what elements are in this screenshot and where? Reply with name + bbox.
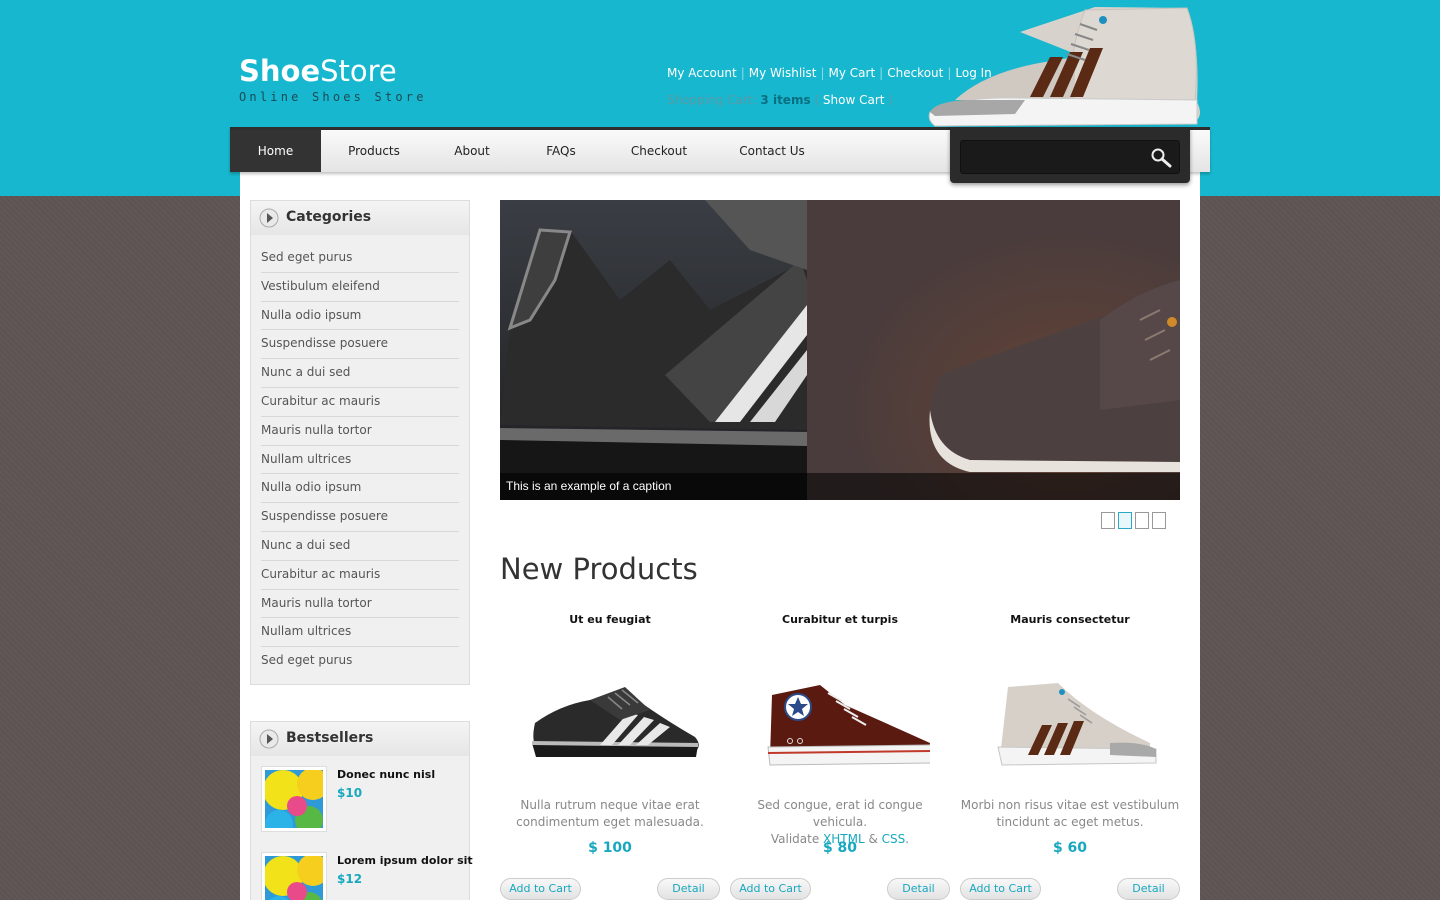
bestsellers-panel: Bestsellers Donec nunc nisl $10 Lorem ip… bbox=[250, 721, 473, 900]
category-item[interactable]: Nullam ultrices bbox=[261, 446, 459, 475]
search-panel bbox=[950, 127, 1190, 183]
black-sneaker-image[interactable] bbox=[520, 665, 700, 775]
slide-2-button[interactable] bbox=[1118, 512, 1132, 529]
bestseller-price: $12 bbox=[337, 872, 363, 886]
product-price: $ 80 bbox=[822, 840, 858, 856]
header-sneaker-image bbox=[928, 7, 1200, 127]
play-arrow-icon bbox=[259, 208, 279, 228]
nav-home[interactable]: Home bbox=[230, 130, 321, 172]
product-name[interactable]: Mauris consectetur bbox=[960, 613, 1180, 626]
product-description: Nulla rutrum neque vitae erat condimentu… bbox=[516, 798, 704, 829]
nav-contact-us[interactable]: Contact Us bbox=[733, 130, 811, 172]
detail-button[interactable]: Detail bbox=[1117, 878, 1180, 900]
my-account-link[interactable]: My Account bbox=[667, 66, 737, 80]
bestsellers-title: Bestsellers bbox=[286, 730, 374, 746]
category-list: Sed eget purus Vestibulum eleifend Nulla… bbox=[251, 235, 469, 686]
beige-hightop-sneaker-image[interactable] bbox=[980, 665, 1160, 775]
category-item[interactable]: Nunc a dui sed bbox=[261, 532, 459, 561]
category-item[interactable]: Nulla odio ipsum bbox=[261, 302, 459, 331]
add-to-cart-button[interactable]: Add to Cart bbox=[960, 878, 1041, 900]
product-name[interactable]: Curabitur et turpis bbox=[730, 613, 950, 626]
categories-panel: Categories Sed eget purus Vestibulum ele… bbox=[250, 200, 470, 685]
shopping-cart-summary: Shopping Cart: 3 items ( Show Cart ) bbox=[667, 93, 893, 107]
nav-products[interactable]: Products bbox=[335, 130, 413, 172]
add-to-cart-button[interactable]: Add to Cart bbox=[500, 878, 581, 900]
bestseller-item[interactable]: Donec nunc nisl $10 bbox=[251, 756, 469, 842]
add-to-cart-button[interactable]: Add to Cart bbox=[730, 878, 811, 900]
show-cart-link[interactable]: Show Cart bbox=[823, 93, 885, 107]
slide-3-button[interactable] bbox=[1135, 512, 1149, 529]
search-input[interactable] bbox=[960, 140, 1180, 174]
detail-button[interactable]: Detail bbox=[657, 878, 720, 900]
search-icon[interactable] bbox=[1150, 147, 1174, 169]
category-item[interactable]: Suspendisse posuere bbox=[261, 503, 459, 532]
play-arrow-icon bbox=[259, 729, 279, 749]
category-item[interactable]: Mauris nulla tortor bbox=[261, 417, 459, 446]
product-name[interactable]: Ut eu feugiat bbox=[500, 613, 720, 626]
slider-caption: This is an example of a caption bbox=[500, 473, 1180, 500]
category-item[interactable]: Curabitur ac mauris bbox=[261, 388, 459, 417]
slide-4-button[interactable] bbox=[1152, 512, 1166, 529]
category-item[interactable]: Nulla odio ipsum bbox=[261, 474, 459, 504]
category-item[interactable]: Nullam ultrices bbox=[261, 618, 459, 648]
categories-title: Categories bbox=[286, 209, 372, 225]
category-item[interactable]: Sed eget purus bbox=[261, 647, 459, 676]
red-hightop-sneaker-image[interactable] bbox=[750, 665, 930, 775]
bestseller-item[interactable]: Lorem ipsum dolor sit $12 bbox=[251, 842, 473, 900]
site-logo[interactable]: ShoeStore Online Shoes Store bbox=[239, 54, 427, 104]
new-products-title: New Products bbox=[500, 552, 698, 586]
logo-tagline: Online Shoes Store bbox=[239, 90, 427, 104]
slider-image bbox=[500, 200, 1180, 500]
slide-1-button[interactable] bbox=[1101, 512, 1115, 529]
nav-checkout[interactable]: Checkout bbox=[623, 130, 695, 172]
bestseller-thumbnail[interactable] bbox=[261, 852, 329, 900]
bestseller-title[interactable]: Lorem ipsum dolor sit bbox=[337, 854, 473, 867]
cart-item-count: 3 items bbox=[760, 93, 811, 107]
bestseller-price: $10 bbox=[337, 786, 363, 800]
my-cart-link[interactable]: My Cart bbox=[829, 66, 876, 80]
category-item[interactable]: Mauris nulla tortor bbox=[261, 590, 459, 619]
categories-header: Categories bbox=[251, 201, 469, 235]
category-item[interactable]: Vestibulum eleifend bbox=[261, 273, 459, 302]
bestsellers-header: Bestsellers bbox=[251, 722, 469, 756]
bestseller-title[interactable]: Donec nunc nisl bbox=[337, 768, 435, 781]
balloons-image bbox=[263, 768, 329, 838]
bestseller-thumbnail[interactable] bbox=[261, 766, 329, 838]
image-slider[interactable]: This is an example of a caption bbox=[500, 200, 1180, 500]
category-item[interactable]: Sed eget purus bbox=[261, 244, 459, 273]
balloons-image bbox=[263, 854, 329, 900]
category-item[interactable]: Suspendisse posuere bbox=[261, 330, 459, 360]
cart-label: Shopping Cart: bbox=[667, 93, 757, 107]
logo-title: ShoeStore bbox=[239, 54, 397, 88]
product-price: $ 60 bbox=[1052, 840, 1088, 856]
product-description: Morbi non risus vitae est vestibulum tin… bbox=[960, 798, 1180, 829]
category-item[interactable]: Nunc a dui sed bbox=[261, 359, 459, 388]
detail-button[interactable]: Detail bbox=[887, 878, 950, 900]
category-item[interactable]: Curabitur ac mauris bbox=[261, 561, 459, 590]
product-price: $ 100 bbox=[588, 840, 632, 856]
nav-faqs[interactable]: FAQs bbox=[535, 130, 587, 172]
nav-about[interactable]: About bbox=[442, 130, 502, 172]
my-wishlist-link[interactable]: My Wishlist bbox=[749, 66, 817, 80]
